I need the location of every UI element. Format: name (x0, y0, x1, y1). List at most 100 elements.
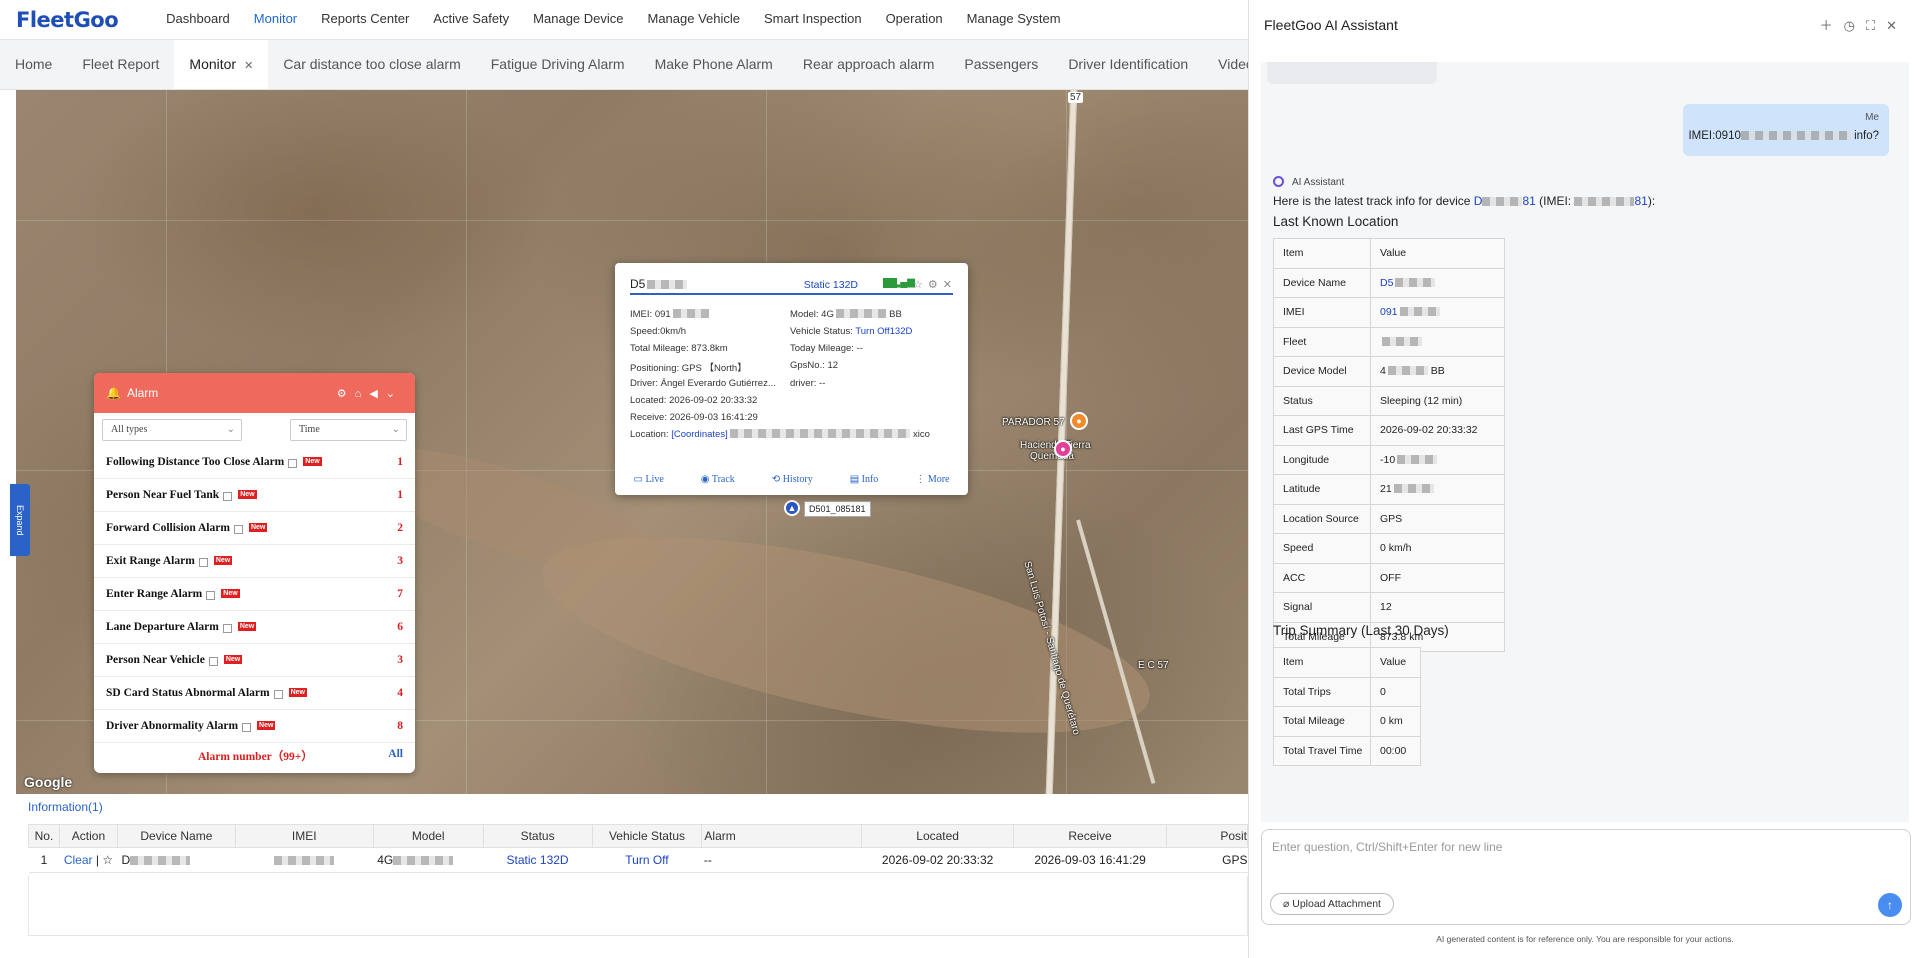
kv-value: 0 km (1370, 706, 1421, 737)
restaurant-pin-icon[interactable]: ● (1070, 412, 1088, 430)
checkbox-icon[interactable] (208, 657, 218, 666)
table-row[interactable]: 1 Clear | ☆ D 4G Static 132D Turn Off --… (28, 847, 1248, 873)
popup-driver: Driver: Ángel Everardo Gutiérrez... (630, 378, 776, 389)
cell-no: 1 (28, 847, 60, 873)
tab-passengers[interactable]: Passengers (949, 40, 1053, 89)
table-empty-area (28, 876, 1248, 936)
tab-rear-approach-alarm[interactable]: Rear approach alarm (788, 40, 950, 89)
alarm-row[interactable]: Enter Range Alarm New 7 (94, 578, 415, 611)
gear-icon[interactable]: ⚙ (928, 279, 943, 291)
section-trip-summary: Trip Summary (Last 30 Days) (1273, 623, 1449, 638)
tab-fleet-report[interactable]: Fleet Report (67, 40, 174, 89)
close-icon[interactable]: ✕ (244, 60, 253, 72)
nav-manage-device[interactable]: Manage Device (521, 0, 635, 40)
more-button[interactable]: ⋮ More (915, 474, 949, 485)
cell-located: 2026-09-02 20:33:32 (861, 847, 1014, 873)
tab-fatigue-driving-alarm[interactable]: Fatigue Driving Alarm (476, 40, 640, 89)
question-input[interactable]: Enter question, Ctrl/Shift+Enter for new… (1261, 829, 1911, 925)
coordinates-link[interactable]: [Coordinates] (671, 429, 728, 440)
vehicle-marker-icon[interactable]: ▲ (784, 500, 800, 516)
kv-key: Speed (1273, 533, 1371, 564)
checkbox-icon[interactable] (206, 591, 216, 600)
send-button[interactable]: ↑ (1878, 893, 1902, 917)
alarm-count: 4 (397, 687, 403, 699)
tab-driver-identification[interactable]: Driver Identification (1053, 40, 1203, 89)
checkbox-icon[interactable] (222, 624, 232, 633)
alarm-row[interactable]: Following Distance Too Close Alarm New 1 (94, 446, 415, 479)
alarm-header: 🔔 Alarm ⚙⌂◀⌄ (94, 373, 415, 413)
hotel-pin-icon[interactable]: ● (1054, 440, 1072, 458)
tab-video-signal[interactable]: Video Signal (1203, 40, 1248, 89)
checkbox-icon[interactable] (242, 723, 252, 732)
close-icon[interactable]: ✕ (943, 279, 957, 291)
track-button[interactable]: ◉ Track (701, 474, 735, 485)
kv-value: 2026-09-02 20:33:32 (1370, 415, 1505, 446)
kv-key: Latitude (1273, 474, 1371, 505)
star-icon[interactable]: ☆ (102, 853, 113, 867)
highway-shield: 57 (1068, 92, 1084, 103)
gear-icon[interactable]: ⚙ (337, 388, 355, 400)
new-badge: New (257, 721, 276, 730)
checkbox-icon[interactable] (233, 525, 243, 534)
alarm-count: 6 (397, 621, 403, 633)
alarm-row[interactable]: Forward Collision Alarm New 2 (94, 512, 415, 545)
alarm-row[interactable]: Person Near Fuel Tank New 1 (94, 479, 415, 512)
chat-area[interactable]: Me IMEI:0910 info? AI Assistant Here is … (1261, 62, 1909, 822)
nav-dashboard[interactable]: Dashboard (154, 0, 242, 40)
kv-row: Total Trips 0 (1273, 676, 1421, 707)
star-icon[interactable]: ☆ (913, 279, 928, 291)
kv-key: Device Model (1273, 356, 1371, 387)
nav-smart-inspection[interactable]: Smart Inspection (752, 0, 874, 40)
nav-manage-vehicle[interactable]: Manage Vehicle (636, 0, 753, 40)
alarm-all-link[interactable]: All (388, 748, 403, 760)
checkbox-icon[interactable] (198, 558, 208, 567)
checkbox-icon[interactable] (273, 690, 283, 699)
nav-active-safety[interactable]: Active Safety (421, 0, 521, 40)
information-panel: Information(1) No. Action Device Name IM… (16, 794, 1248, 958)
tab-make-phone-alarm[interactable]: Make Phone Alarm (640, 40, 788, 89)
kv-row: Device Name D5 (1273, 267, 1505, 298)
nav-reports-center[interactable]: Reports Center (309, 0, 421, 40)
checkbox-icon[interactable] (288, 459, 298, 468)
info-button[interactable]: ▤ Info (850, 474, 879, 485)
house-icon[interactable]: ⌂ (355, 388, 370, 400)
google-logo: Google (24, 774, 73, 790)
expand-button[interactable]: Expand (10, 484, 30, 556)
alarm-time-select[interactable]: Time ⌄ (290, 419, 407, 441)
vehicle-marker-label: D501_085181 (804, 501, 871, 517)
upload-attachment-button[interactable]: ⌀ Upload Attachment (1270, 893, 1394, 915)
nav-monitor[interactable]: Monitor (242, 0, 309, 40)
tab-home[interactable]: Home (0, 40, 67, 89)
alarm-type-select[interactable]: All types ⌄ (102, 419, 242, 441)
live-button[interactable]: ▭ Live (634, 474, 664, 485)
fleetgoo-logo[interactable]: FleetGoo (16, 8, 119, 32)
kv-row: Total Travel Time 00:00 (1273, 735, 1421, 766)
kv-row: Speed 0 km/h (1273, 533, 1505, 564)
fullscreen-icon[interactable]: ⛶ (1866, 18, 1886, 33)
nav-manage-system[interactable]: Manage System (955, 0, 1073, 40)
alarm-row[interactable]: Exit Range Alarm New 3 (94, 545, 415, 578)
map-label-parador: PARADOR 57 (1002, 417, 1065, 428)
nav-operation[interactable]: Operation (874, 0, 955, 40)
checkbox-icon[interactable] (223, 492, 233, 501)
alarm-row[interactable]: Lane Departure Alarm New 6 (94, 611, 415, 644)
information-tab[interactable]: Information(1) (28, 800, 103, 814)
alarm-row[interactable]: SD Card Status Abnormal Alarm New 4 (94, 677, 415, 710)
kv-key: Total Trips (1273, 676, 1371, 707)
tab-car-distance-alarm[interactable]: Car distance too close alarm (268, 40, 475, 89)
cell-device-name: D (117, 847, 236, 873)
history-button[interactable]: ⟲ History (772, 474, 813, 485)
speaker-icon[interactable]: ◀ (369, 388, 385, 400)
chevron-down-icon[interactable]: ⌄ (386, 388, 403, 400)
new-badge: New (288, 688, 307, 697)
history-icon[interactable]: ◷ (1844, 18, 1866, 33)
cell-imei (235, 847, 374, 873)
kv-row: IMEI 091 (1273, 297, 1505, 328)
tab-monitor[interactable]: Monitor ✕ (174, 40, 269, 89)
alarm-row[interactable]: Person Near Vehicle New 3 (94, 644, 415, 677)
clear-link[interactable]: Clear (64, 853, 93, 867)
close-icon[interactable]: ✕ (1886, 18, 1908, 33)
plus-icon[interactable]: ＋ (1820, 18, 1844, 33)
assistant-label: AI Assistant (1273, 176, 1344, 188)
assistant-intro: Here is the latest track info for device… (1273, 194, 1656, 208)
